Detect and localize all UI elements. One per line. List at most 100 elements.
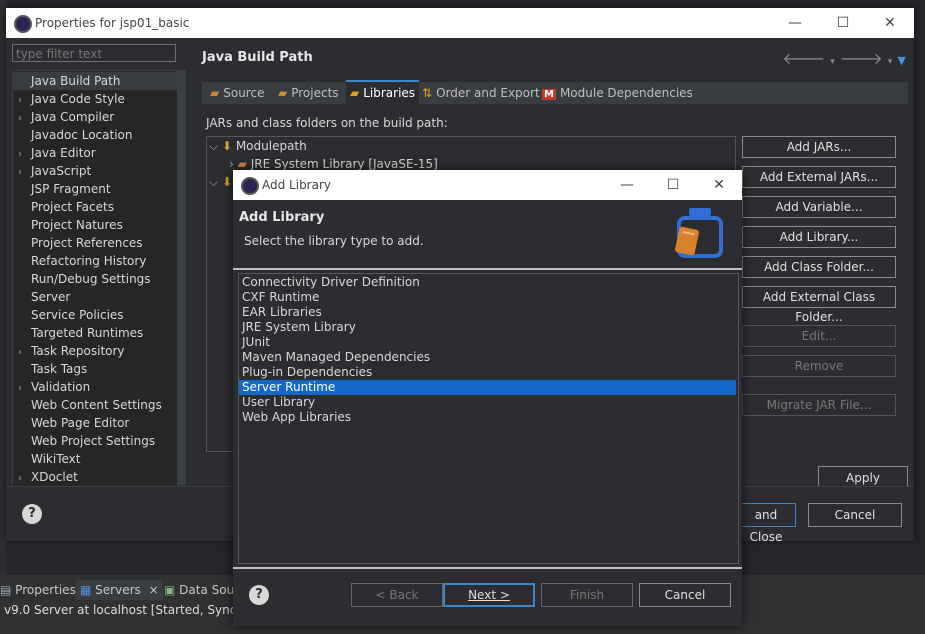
library-type-item[interactable]: Connectivity Driver Definition (239, 275, 736, 290)
tree-item[interactable]: Javadoc Location (13, 126, 177, 144)
cancel-button[interactable]: Cancel (808, 503, 902, 527)
tree-item-label: Java Code Style (31, 92, 125, 106)
tree-item-label: Javadoc Location (31, 128, 133, 142)
finish-button[interactable]: Finish (541, 583, 633, 607)
tree-node-classpath[interactable]: ⌵ ⬇ (209, 173, 232, 191)
dialog-description: Select the library type to add. (244, 234, 424, 248)
dialog-title: Add Library (262, 178, 332, 192)
add-jars-button[interactable]: Add JARs... (742, 136, 896, 158)
help-icon[interactable]: ? (22, 504, 42, 524)
chevron-right-icon[interactable]: › (229, 157, 234, 171)
tree-item[interactable]: › Task Repository (13, 342, 177, 360)
tree-item[interactable]: › Java Editor (13, 144, 177, 162)
eclipse-icon (241, 177, 259, 195)
tab-servers-view[interactable]: ▦ Servers × (76, 580, 163, 600)
tree-item[interactable]: Run/Debug Settings (13, 270, 177, 288)
tree-item[interactable]: Refactoring History (13, 252, 177, 270)
library-type-item[interactable]: JUnit (239, 335, 736, 350)
tree-item-label: Web Project Settings (31, 434, 156, 448)
tree-item[interactable]: › Java Compiler (13, 108, 177, 126)
tab-libraries[interactable]: ▰ Libraries (346, 80, 420, 106)
tree-item[interactable]: Service Policies (13, 306, 177, 324)
modulepath-icon: ⬇ (221, 139, 232, 153)
library-type-item[interactable]: Plug-in Dependencies (239, 365, 736, 380)
tree-item[interactable]: Targeted Runtimes (13, 324, 177, 342)
history-nav[interactable]: 🡐 ▾ 🡒 ▾ ▼ (782, 48, 906, 68)
close-icon[interactable]: ✕ (696, 170, 742, 200)
filter-input[interactable]: type filter text (12, 44, 176, 62)
chevron-down-icon[interactable]: ⌵ (209, 175, 218, 189)
add-external-class-folder-button[interactable]: Add External Class Folder... (742, 286, 896, 324)
close-icon[interactable]: × (149, 583, 159, 597)
tree-item[interactable]: Project Natures (13, 216, 177, 234)
library-type-item[interactable]: Server Runtime (239, 380, 736, 395)
tree-node-modulepath[interactable]: ⌵ ⬇ Modulepath (209, 137, 307, 155)
tree-item[interactable]: Web Project Settings (13, 432, 177, 450)
libraries-icon: ▰ (350, 86, 360, 100)
library-type-item[interactable]: CXF Runtime (239, 290, 736, 305)
properties-sidebar: type filter text Java Build Path › Java Co… (12, 42, 186, 487)
minimize-icon[interactable]: — (604, 170, 650, 200)
library-type-item[interactable]: EAR Libraries (239, 305, 736, 320)
library-type-item[interactable]: Maven Managed Dependencies (239, 350, 736, 365)
tab-source[interactable]: ▰ Source (206, 82, 268, 104)
back-button[interactable]: < Back (351, 583, 443, 607)
tree-item-label: Task Repository (31, 344, 125, 358)
add-variable-button[interactable]: Add Variable... (742, 196, 896, 218)
tree-item-label: Project References (31, 236, 143, 250)
tab-projects[interactable]: ▰ Projects (274, 82, 343, 104)
library-type-item[interactable]: Web App Libraries (239, 410, 736, 425)
library-type-list[interactable]: Connectivity Driver Definition CXF Runtim… (238, 273, 739, 564)
minimize-icon[interactable]: — (772, 8, 818, 38)
tree-item[interactable]: WikiText (13, 450, 177, 468)
cancel-button[interactable]: Cancel (639, 583, 731, 607)
tree-item[interactable]: Web Content Settings (13, 396, 177, 414)
property-page-tree: Java Build Path › Java Code Style › Java Com… (12, 70, 178, 487)
library-jar-icon (675, 208, 723, 258)
tree-item[interactable]: › XDoclet (13, 468, 177, 486)
tab-data-source-view[interactable]: ▣ Data Sou (164, 580, 234, 600)
tree-scrollbar[interactable] (178, 70, 186, 485)
view-menu-icon[interactable]: ▼ (898, 54, 906, 67)
tree-item-label: Service Policies (31, 308, 124, 322)
tree-item[interactable]: Task Tags (13, 360, 177, 378)
back-arrow-icon[interactable]: 🡐 (782, 49, 825, 68)
tree-item[interactable]: › JavaScript (13, 162, 177, 180)
next-button[interactable]: Next > (443, 583, 535, 607)
dialog-separator (233, 567, 742, 569)
tree-item-label: Web Page Editor (31, 416, 130, 430)
help-icon[interactable]: ? (249, 585, 269, 605)
tree-item[interactable]: JSP Fragment (13, 180, 177, 198)
tree-item-label: Validation (31, 380, 91, 394)
tree-item-label: JSP Fragment (31, 182, 111, 196)
close-icon[interactable]: ✕ (867, 8, 913, 38)
remove-button[interactable]: Remove (742, 355, 896, 377)
tree-item[interactable]: › Validation (13, 378, 177, 396)
library-type-item[interactable]: JRE System Library (239, 320, 736, 335)
library-type-item[interactable]: User Library (239, 395, 736, 410)
apply-and-close-button[interactable]: and Close (736, 503, 796, 544)
add-library-dialog: Add Library — ☐ ✕ Add Library Select the… (233, 170, 742, 626)
add-external-jars-button[interactable]: Add External JARs... (742, 166, 896, 188)
forward-arrow-icon[interactable]: 🡒 (840, 49, 883, 68)
tree-item-label: Java Compiler (31, 110, 115, 124)
tree-item[interactable]: Web Page Editor (13, 414, 177, 432)
tree-item[interactable]: Project References (13, 234, 177, 252)
add-class-folder-button[interactable]: Add Class Folder... (742, 256, 896, 278)
tree-item[interactable]: Java Build Path (13, 72, 177, 90)
tab-module-dependencies[interactable]: M Module Dependencies (538, 82, 697, 104)
add-library-button[interactable]: Add Library... (742, 226, 896, 248)
chevron-down-icon[interactable]: ⌵ (209, 139, 218, 153)
page-title: Java Build Path (202, 50, 313, 65)
tree-item[interactable]: › Java Code Style (13, 90, 177, 108)
chevron-right-icon[interactable]: › (13, 470, 27, 486)
tab-properties-view[interactable]: ▤ Properties (0, 580, 76, 600)
tree-item[interactable]: Server (13, 288, 177, 306)
maximize-icon[interactable]: ☐ (650, 170, 696, 200)
tab-order-and-export[interactable]: ⇅ Order and Export (418, 82, 544, 104)
build-path-tabs: ▰ Source ▰ Projects ▰ Libraries ⇅ Order and Exp… (202, 80, 908, 106)
migrate-jar-file-button[interactable]: Migrate JAR File... (742, 394, 896, 416)
maximize-icon[interactable]: ☐ (820, 8, 866, 38)
edit-button[interactable]: Edit... (742, 325, 896, 347)
tree-item[interactable]: Project Facets (13, 198, 177, 216)
